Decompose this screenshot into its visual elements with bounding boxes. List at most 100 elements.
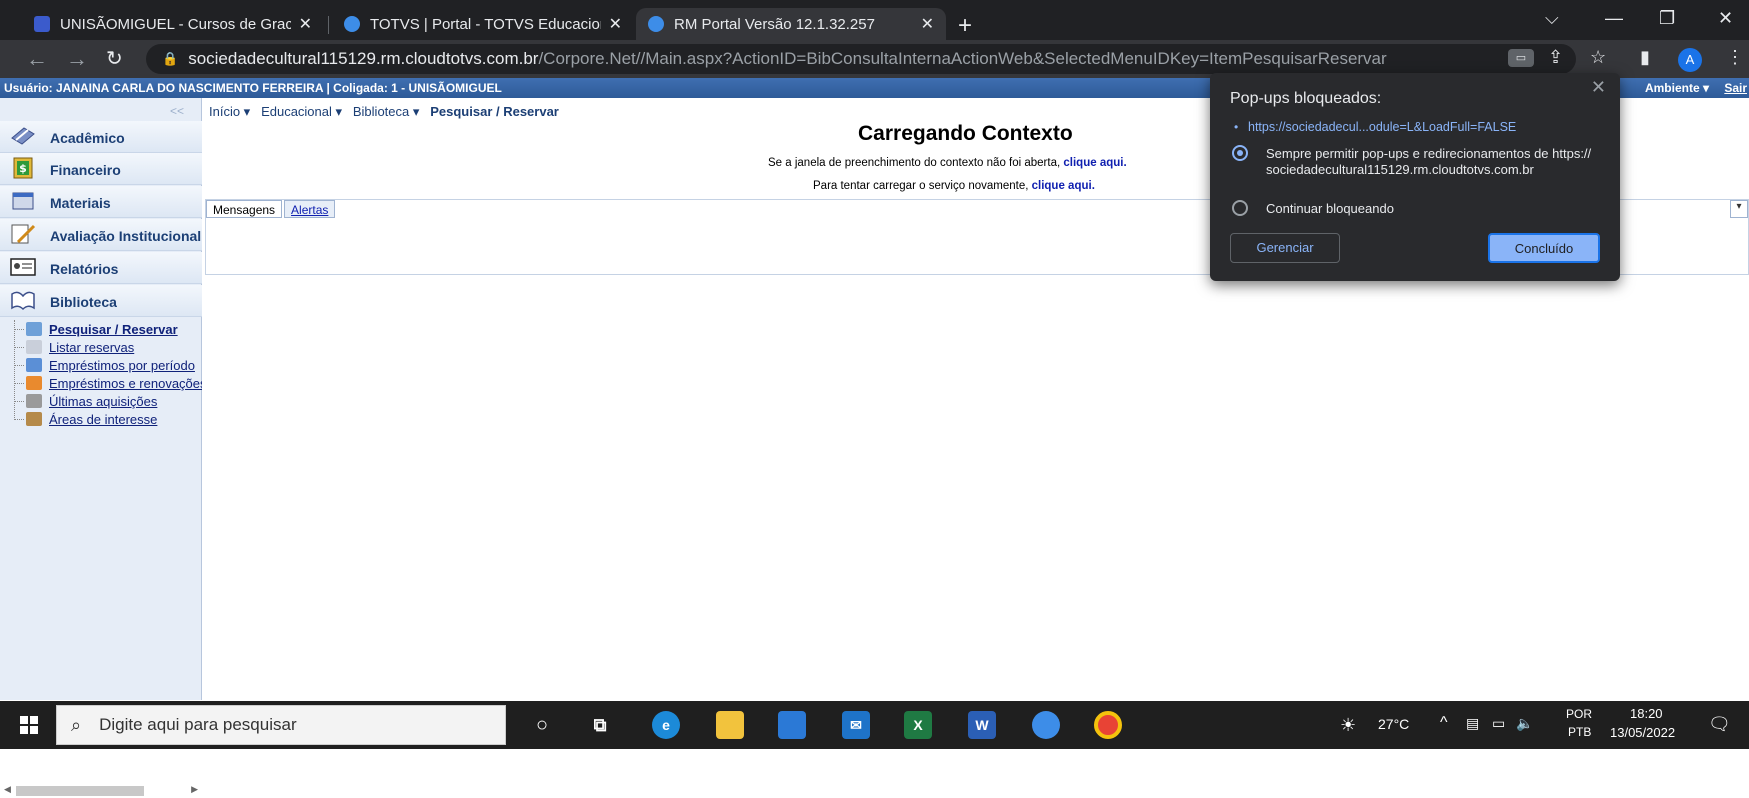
close-window-button[interactable]: ✕	[1718, 8, 1733, 29]
reload-service-link[interactable]: clique aqui.	[1032, 180, 1095, 192]
menu-item-listar-reservas[interactable]: Listar reservas	[14, 338, 202, 356]
browser-tab-1[interactable]: UNISÃOMIGUEL - Cursos de Grac ✕	[22, 8, 324, 40]
shield-favicon-icon	[34, 16, 50, 32]
clock-date[interactable]: 13/05/2022	[1610, 725, 1675, 740]
context-text: Para tentar carregar o serviço novamente…	[813, 180, 1029, 192]
breadcrumb-biblioteca[interactable]: Biblioteca ▾	[353, 104, 420, 119]
menu-link[interactable]: Últimas aquisições	[49, 394, 157, 409]
excel-icon[interactable]: X	[904, 711, 932, 739]
lock-icon: 🔒	[162, 51, 179, 66]
module-avaliacao-institucional[interactable]: Avaliação Institucional	[0, 219, 202, 251]
module-academico[interactable]: Acadêmico	[0, 121, 202, 153]
menu-item-pesquisar-reservar[interactable]: Pesquisar / Reservar	[14, 320, 202, 338]
show-hidden-icons-icon[interactable]: ^	[1440, 714, 1448, 732]
clock-time[interactable]: 18:20	[1630, 706, 1663, 721]
temperature[interactable]: 27°C	[1378, 716, 1409, 732]
notifications-icon[interactable]: 🗨	[1708, 714, 1731, 735]
reload-button[interactable]: ↻	[106, 46, 123, 71]
volume-muted-icon[interactable]: 🔈	[1516, 715, 1533, 732]
module-materiais[interactable]: Materiais	[0, 186, 202, 218]
module-financeiro[interactable]: $ Financeiro	[0, 153, 202, 185]
module-label: Relatórios	[50, 261, 119, 277]
tab-title: TOTVS | Portal - TOTVS Educacion	[370, 15, 601, 33]
menu-item-areas-interesse[interactable]: Áreas de interesse	[14, 410, 202, 428]
close-tab-icon[interactable]: ✕	[299, 14, 312, 34]
tab-mensagens[interactable]: Mensagens	[206, 200, 283, 218]
cortana-icon[interactable]: ○	[528, 711, 556, 739]
app-pinned-icon[interactable]	[1032, 711, 1060, 739]
close-tab-icon[interactable]: ✕	[921, 14, 934, 34]
context-message-2: Para tentar carregar o serviço novamente…	[813, 180, 1095, 192]
breadcrumb-inicio[interactable]: Início ▾	[209, 104, 250, 119]
allow-popups-radio[interactable]	[1232, 145, 1248, 161]
search-magnifier-icon	[26, 322, 42, 336]
scroll-right-arrow-icon[interactable]: ▶	[191, 784, 198, 795]
ambiente-menu[interactable]: Ambiente ▾	[1645, 81, 1709, 95]
store-icon[interactable]	[778, 711, 806, 739]
browser-menu-icon[interactable]: ⋮	[1726, 47, 1744, 68]
address-bar[interactable]: 🔒 sociedadecultural115129.rm.cloudtotvs.…	[146, 44, 1576, 74]
weather-icon[interactable]: ☀	[1340, 715, 1356, 736]
breadcrumb-educacional[interactable]: Educacional ▾	[261, 104, 342, 119]
menu-link[interactable]: Empréstimos e renovações	[49, 376, 202, 391]
forward-button[interactable]: →	[66, 46, 88, 72]
windows-taskbar: ⌕ Digite aqui para pesquisar ○ ⧉ e ✉ X W…	[0, 701, 1749, 749]
menu-item-emprestimos-renovacoes[interactable]: Empréstimos e renovações	[14, 374, 202, 392]
keep-blocking-label[interactable]: Continuar bloqueando	[1266, 201, 1394, 217]
menu-link[interactable]: Empréstimos por período	[49, 358, 195, 373]
keyboard-layout-indicator[interactable]: PTB	[1568, 725, 1591, 739]
sidebar-horizontal-scrollbar[interactable]: ◀ ▶	[4, 784, 198, 798]
close-tab-icon[interactable]: ✕	[609, 14, 622, 34]
restore-button[interactable]: ❐	[1659, 8, 1675, 29]
module-relatorios[interactable]: Relatórios	[0, 252, 202, 284]
allow-popups-label[interactable]: Sempre permitir pop-ups e redirecionamen…	[1266, 146, 1596, 178]
language-indicator[interactable]: POR	[1566, 707, 1592, 721]
side-panel-icon[interactable]: ▮	[1640, 47, 1650, 68]
done-button[interactable]: Concluído	[1488, 233, 1600, 263]
browser-tab-2[interactable]: TOTVS | Portal - TOTVS Educacion ✕	[332, 8, 634, 40]
mail-icon[interactable]: ✉	[842, 711, 870, 739]
bookmark-star-icon[interactable]: ☆	[1590, 47, 1606, 68]
module-label: Biblioteca	[50, 294, 117, 310]
blocked-popup-link[interactable]: https://sociedadecul...odule=L&LoadFull=…	[1248, 120, 1516, 134]
menu-item-ultimas-aquisicoes[interactable]: Últimas aquisições	[14, 392, 202, 410]
share-icon[interactable]: ⇪	[1548, 47, 1563, 68]
chrome-icon[interactable]	[1094, 711, 1122, 739]
manage-button[interactable]: Gerenciar	[1230, 233, 1340, 263]
browser-tab-3-active[interactable]: RM Portal Versão 12.1.32.257 ✕	[636, 8, 946, 40]
menu-link[interactable]: Listar reservas	[49, 340, 134, 355]
tab-alertas[interactable]: Alertas	[284, 200, 336, 218]
edge-browser-icon[interactable]: e	[652, 711, 680, 739]
file-explorer-icon[interactable]	[716, 711, 744, 739]
network-icon[interactable]: ▤	[1466, 715, 1479, 732]
menu-link[interactable]: Pesquisar / Reservar	[49, 322, 178, 337]
display-icon[interactable]: ▭	[1492, 715, 1505, 732]
popup-blocked-icon[interactable]: ▭	[1508, 49, 1534, 67]
panel-dropdown-icon[interactable]: ▾	[1730, 200, 1748, 218]
keep-blocking-radio[interactable]	[1232, 200, 1248, 216]
task-view-icon[interactable]: ⧉	[586, 711, 614, 739]
windows-start-icon[interactable]	[20, 716, 38, 734]
close-icon[interactable]: ✕	[1591, 77, 1606, 98]
profile-avatar[interactable]: A	[1678, 48, 1702, 72]
context-text: Se a janela de preenchimento do contexto…	[768, 157, 1061, 169]
back-button[interactable]: ←	[26, 46, 48, 72]
scrollbar-thumb[interactable]	[16, 786, 144, 796]
logout-link[interactable]: Sair	[1724, 81, 1747, 95]
browser-tab-strip: UNISÃOMIGUEL - Cursos de Grac ✕ TOTVS | …	[0, 0, 1749, 40]
word-icon[interactable]: W	[968, 711, 996, 739]
menu-link[interactable]: Áreas de interesse	[49, 412, 157, 427]
collapse-sidebar-button[interactable]: <<	[170, 104, 184, 118]
new-tab-button[interactable]: +	[958, 12, 972, 40]
module-biblioteca[interactable]: Biblioteca	[0, 285, 202, 317]
academic-icon	[11, 127, 35, 145]
open-context-link[interactable]: clique aqui.	[1063, 157, 1126, 169]
scroll-left-arrow-icon[interactable]: ◀	[4, 784, 11, 795]
minimize-button[interactable]: —	[1605, 8, 1623, 29]
taskbar-search-input[interactable]: ⌕ Digite aqui para pesquisar	[56, 705, 506, 745]
renewal-icon	[26, 376, 42, 390]
tab-search-icon[interactable]: ⌵	[1545, 8, 1559, 29]
module-label: Materiais	[50, 195, 111, 211]
svg-text:$: $	[19, 162, 27, 175]
menu-item-emprestimos-periodo[interactable]: Empréstimos por período	[14, 356, 202, 374]
